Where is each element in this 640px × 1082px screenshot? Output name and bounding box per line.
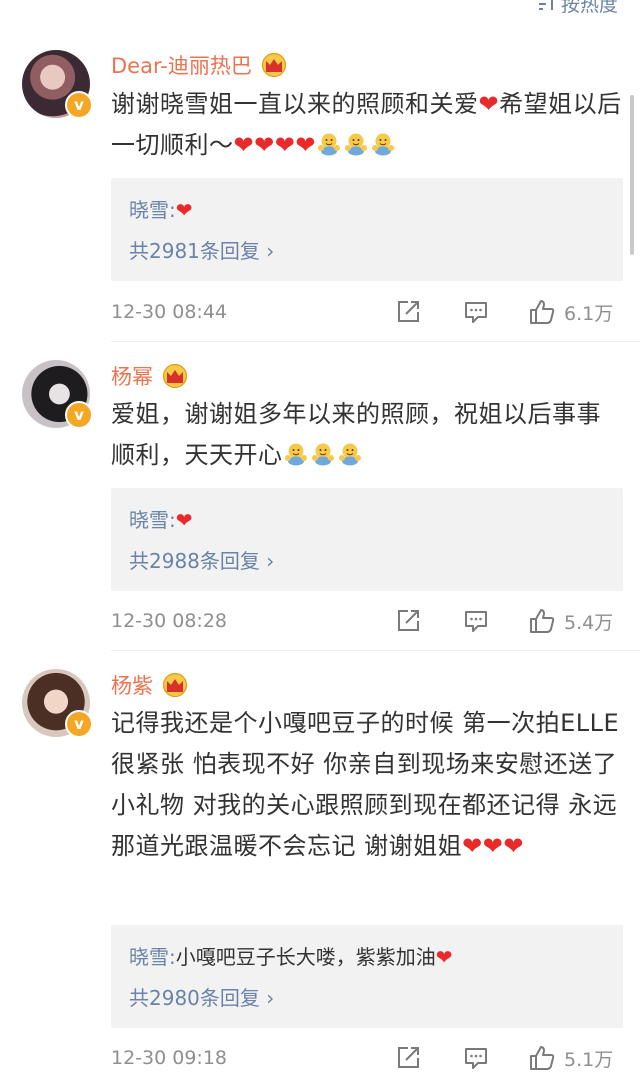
hug-emoji-icon [283, 442, 309, 466]
heart-icon: ❤❤❤❤ [233, 131, 316, 159]
crown-icon [161, 673, 189, 697]
avatar[interactable]: v [22, 360, 93, 429]
hug-emoji-icon [343, 132, 369, 156]
like-button[interactable]: 6.1万 [528, 297, 613, 327]
more-replies-link[interactable]: 共2981条回复 › [129, 235, 274, 264]
heart-icon: ❤ [175, 198, 193, 222]
comment-text: 谢谢晓雪姐一直以来的照顾和关爱❤希望姐以后一切顺利～❤❤❤❤ [111, 90, 622, 159]
reply-author[interactable]: 晓雪: [129, 508, 176, 532]
more-replies-link[interactable]: 共2980条回复 › [129, 982, 274, 1011]
hug-emoji-icon [370, 132, 396, 156]
like-count: 5.1万 [564, 1048, 614, 1071]
heart-icon: ❤❤❤ [462, 832, 524, 860]
comment-text: 记得我还是个小嘎吧豆子的时候 第一次拍ELLE 很紧张 怕表现不好 你亲自到现场… [111, 709, 620, 860]
hug-emoji-icon [316, 132, 342, 156]
comment-time: 12-30 08:28 [111, 610, 228, 632]
sort-icon [537, 0, 557, 13]
like-count: 5.4万 [564, 611, 614, 634]
divider [111, 341, 640, 342]
heart-icon: ❤ [175, 508, 193, 532]
sort-by-hot-button[interactable]: 按热度 [537, 0, 618, 16]
share-icon [395, 1045, 421, 1071]
divider [111, 650, 640, 651]
crown-icon [161, 364, 189, 388]
scrollbar[interactable] [630, 95, 634, 255]
hug-emoji-icon [337, 442, 363, 466]
reply-button[interactable] [463, 606, 489, 636]
avatar[interactable]: v [22, 50, 93, 119]
comment-time: 12-30 08:44 [111, 301, 228, 323]
verified-badge-icon: v [65, 91, 93, 119]
reply-button[interactable] [463, 297, 489, 327]
comment-author[interactable]: 杨紫 [111, 670, 153, 700]
avatar[interactable]: v [22, 669, 93, 738]
share-icon [395, 299, 421, 325]
share-button[interactable] [395, 606, 421, 636]
like-button[interactable]: 5.4万 [528, 606, 613, 636]
verified-badge-icon: v [65, 401, 93, 429]
reply-author[interactable]: 晓雪: [129, 198, 176, 222]
reply-box[interactable]: 晓雪:小嘎吧豆子长大喽，紫紫加油❤ 共2980条回复 › [111, 925, 623, 1028]
thumbs-up-icon [528, 607, 556, 635]
share-icon [395, 608, 421, 634]
reply-box[interactable]: 晓雪:❤ 共2981条回复 › [111, 178, 623, 281]
reply-box[interactable]: 晓雪:❤ 共2988条回复 › [111, 488, 623, 591]
comment-author[interactable]: 杨幂 [111, 361, 153, 391]
share-button[interactable] [395, 297, 421, 327]
heart-icon: ❤ [435, 945, 453, 969]
like-count: 6.1万 [564, 302, 614, 325]
thumbs-up-icon [528, 1044, 556, 1072]
comment-icon [463, 299, 489, 325]
heart-icon: ❤ [478, 90, 500, 118]
reply-author[interactable]: 晓雪: [129, 945, 176, 969]
sort-label: 按热度 [560, 0, 618, 16]
comment-icon [463, 1045, 489, 1071]
reply-button[interactable] [463, 1043, 489, 1073]
more-replies-link[interactable]: 共2988条回复 › [129, 545, 274, 574]
hug-emoji-icon [310, 442, 336, 466]
crown-icon [260, 53, 288, 77]
share-button[interactable] [395, 1043, 421, 1073]
comment-time: 12-30 09:18 [111, 1047, 228, 1069]
comment-text: 爱姐，谢谢姐多年以来的照顾，祝姐以后事事顺利，天天开心 [111, 400, 601, 469]
thumbs-up-icon [528, 298, 556, 326]
like-button[interactable]: 5.1万 [528, 1043, 613, 1073]
comment-author[interactable]: Dear-迪丽热巴 [111, 50, 252, 80]
verified-badge-icon: v [65, 710, 93, 738]
reply-text: 小嘎吧豆子长大喽，紫紫加油 [175, 945, 436, 969]
comment-icon [463, 608, 489, 634]
